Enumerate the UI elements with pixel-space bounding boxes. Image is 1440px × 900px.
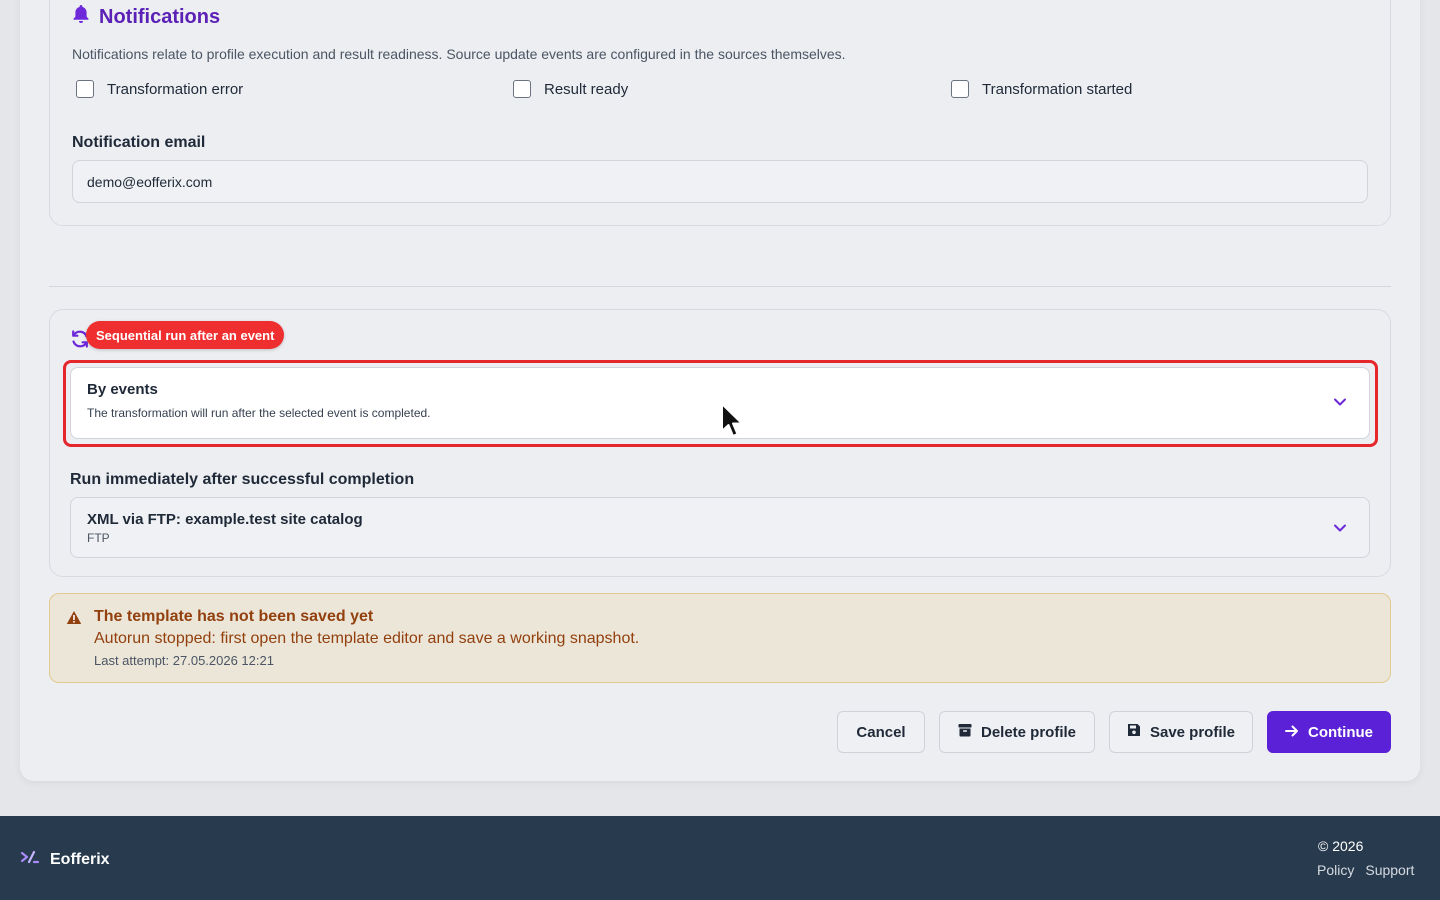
checkbox-label: Transformation error [107,80,244,98]
footer-links: Policy Support [1317,862,1414,878]
footer: Eofferix © 2026 Policy Support [0,816,1440,900]
bell-icon [72,4,90,30]
checkbox-result-ready[interactable]: Result ready [513,80,628,98]
notifications-description: Notifications relate to profile executio… [72,46,846,62]
warning-title: The template has not been saved yet [94,608,374,625]
source-select-value: XML via FTP: example.test site catalog [87,511,363,528]
checkbox-transformation-error[interactable]: Transformation error [76,80,243,98]
tooltip-badge: Sequential run after an event [86,321,285,349]
footer-link-support[interactable]: Support [1365,862,1414,878]
save-profile-label: Save profile [1149,723,1236,741]
notifications-title: Notifications [99,5,221,28]
section-divider [49,286,1391,287]
mouse-cursor-icon [719,402,747,445]
chevron-down-icon [1333,520,1347,538]
delete-profile-button[interactable]: Delete profile [939,711,1095,753]
footer-brand[interactable]: Eofferix [20,849,110,870]
source-select-type: FTP [87,531,110,545]
after-completion-label: Run immediately after successful complet… [70,471,415,488]
footer-link-policy[interactable]: Policy [1317,862,1354,878]
notifications-heading: Notifications [72,4,220,30]
continue-label: Continue [1308,723,1373,741]
arrow-right-icon [1285,724,1299,741]
warning-icon [66,610,82,630]
checkbox-transformation-started[interactable]: Transformation started [951,80,1132,98]
checkbox-box[interactable] [951,80,969,98]
checkbox-label: Result ready [544,80,629,98]
email-field[interactable] [72,160,1368,203]
checkbox-box[interactable] [76,80,94,98]
source-select[interactable]: XML via FTP: example.test site catalog F… [70,497,1370,558]
logo-icon [20,849,40,870]
archive-icon [958,723,972,741]
save-profile-button[interactable]: Save profile [1109,711,1253,753]
copyright: © 2026 [1318,838,1364,854]
brand-name: Eofferix [50,850,110,868]
cancel-button[interactable]: Cancel [837,711,925,753]
email-field-label: Notification email [72,134,206,151]
checkbox-box[interactable] [513,80,531,98]
delete-profile-label: Delete profile [980,723,1077,741]
warning-text: Autorun stopped: first open the template… [94,630,640,647]
warning-last-attempt: Last attempt: 27.05.2026 12:21 [94,653,274,668]
floppy-disk-icon [1127,723,1141,741]
cancel-button-label: Cancel [856,723,906,741]
checkbox-label: Transformation started [982,80,1133,98]
continue-button[interactable]: Continue [1267,711,1391,753]
